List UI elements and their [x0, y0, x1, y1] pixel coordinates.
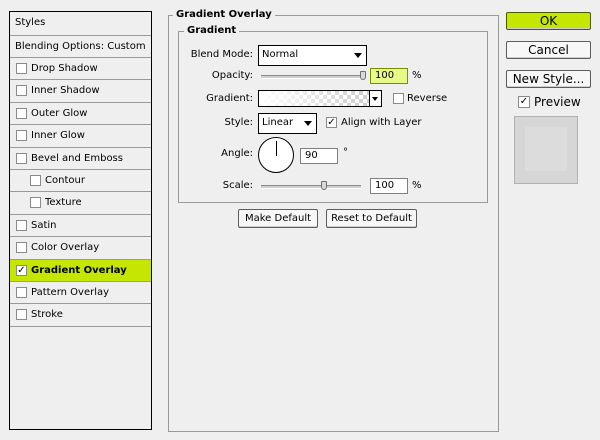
sidebar-item-label: Bevel and Emboss	[31, 152, 123, 164]
ok-button[interactable]: OK	[506, 12, 591, 30]
angle-input[interactable]: 90	[300, 148, 338, 164]
sidebar-item-label: Outer Glow	[31, 107, 88, 119]
style-select[interactable]: Linear	[258, 113, 317, 134]
opacity-slider-thumb[interactable]	[360, 71, 366, 80]
contour-checkbox[interactable]	[30, 174, 41, 186]
blend-mode-select[interactable]: Normal	[258, 45, 367, 66]
sidebar-item-pattern-overlay[interactable]: Pattern Overlay	[10, 282, 151, 305]
scale-slider-thumb[interactable]	[321, 181, 327, 190]
sidebar-item-label: Color Overlay	[31, 242, 100, 254]
sidebar-item-texture[interactable]: Texture	[10, 192, 151, 215]
cancel-button[interactable]: Cancel	[506, 41, 591, 59]
preview-thumbnail	[514, 116, 578, 184]
sidebar-item-label: Pattern Overlay	[31, 286, 110, 298]
styles-header[interactable]: Styles	[10, 12, 151, 36]
outer-glow-checkbox[interactable]	[16, 107, 27, 119]
sidebar-item-label: Texture	[45, 197, 82, 209]
style-value: Linear	[262, 117, 294, 128]
angle-label: Angle:	[221, 148, 253, 159]
group-title: Gradient	[184, 25, 240, 37]
align-with-layer-label: Align with Layer	[341, 117, 422, 128]
sidebar-item-gradient-overlay[interactable]: ✓ Gradient Overlay	[10, 259, 151, 282]
sidebar-item-label: Drop Shadow	[31, 63, 98, 74]
panel-title: Gradient Overlay	[173, 9, 275, 21]
scale-unit: %	[412, 180, 422, 191]
stroke-checkbox[interactable]	[16, 309, 27, 321]
preview-checkbox[interactable]: ✓	[518, 96, 530, 108]
sidebar-item-outer-glow[interactable]: Outer Glow	[10, 103, 151, 126]
angle-needle	[276, 141, 277, 156]
sidebar-item-inner-glow[interactable]: Inner Glow	[10, 125, 151, 148]
opacity-label: Opacity:	[211, 70, 253, 81]
sidebar-item-satin[interactable]: Satin	[10, 215, 151, 238]
gradient-overlay-checkbox[interactable]: ✓	[16, 264, 27, 276]
pattern-overlay-checkbox[interactable]	[16, 286, 27, 298]
opacity-unit: %	[412, 70, 422, 81]
new-style-button[interactable]: New Style...	[506, 70, 591, 88]
blending-options-item[interactable]: Blending Options: Custom	[10, 36, 151, 58]
drop-shadow-checkbox[interactable]	[16, 63, 27, 74]
blend-mode-value: Normal	[262, 49, 299, 60]
sidebar-item-color-overlay[interactable]: Color Overlay	[10, 237, 151, 260]
styles-sidebar: Styles Blending Options: Custom Drop Sha…	[9, 11, 152, 430]
inner-shadow-checkbox[interactable]	[16, 85, 27, 97]
sidebar-item-contour[interactable]: Contour	[10, 170, 151, 193]
angle-unit: °	[343, 147, 348, 158]
preview-swatch	[525, 127, 567, 171]
gradient-picker[interactable]	[258, 90, 382, 107]
sidebar-item-bevel-and-emboss[interactable]: Bevel and Emboss	[10, 148, 151, 170]
reset-to-default-button[interactable]: Reset to Default	[326, 209, 417, 228]
satin-checkbox[interactable]	[16, 219, 27, 231]
chevron-down-icon[interactable]	[369, 91, 381, 106]
gradient-label: Gradient:	[206, 93, 253, 104]
chevron-down-icon	[354, 53, 362, 58]
chevron-down-icon	[304, 121, 312, 126]
sidebar-item-label: Inner Glow	[31, 130, 85, 142]
angle-dial-icon[interactable]	[258, 137, 294, 173]
preview-label: Preview	[534, 95, 581, 109]
style-label: Style:	[224, 117, 254, 128]
sidebar-item-label: Stroke	[31, 309, 63, 321]
sidebar-item-label: Inner Shadow	[31, 85, 100, 97]
scale-label: Scale:	[222, 180, 253, 191]
texture-checkbox[interactable]	[30, 197, 41, 209]
blend-mode-label: Blend Mode:	[190, 49, 253, 60]
color-overlay-checkbox[interactable]	[16, 242, 27, 254]
reverse-checkbox[interactable]	[393, 93, 404, 104]
opacity-input[interactable]: 100	[370, 68, 408, 84]
sidebar-item-stroke[interactable]: Stroke	[10, 304, 151, 327]
sidebar-item-inner-shadow[interactable]: Inner Shadow	[10, 80, 151, 103]
sidebar-item-label: Satin	[31, 219, 57, 231]
inner-glow-checkbox[interactable]	[16, 130, 27, 142]
bevel-and-emboss-checkbox[interactable]	[16, 152, 27, 164]
align-with-layer-checkbox[interactable]: ✓	[326, 117, 337, 128]
sidebar-item-label: Contour	[45, 174, 85, 186]
scale-input[interactable]: 100	[370, 178, 408, 194]
scale-slider-track[interactable]	[261, 185, 361, 189]
make-default-button[interactable]: Make Default	[238, 209, 318, 228]
opacity-slider-track[interactable]	[261, 75, 366, 79]
reverse-label: Reverse	[407, 93, 448, 104]
sidebar-item-drop-shadow[interactable]: Drop Shadow	[10, 58, 151, 81]
sidebar-item-label: Gradient Overlay	[31, 264, 127, 276]
